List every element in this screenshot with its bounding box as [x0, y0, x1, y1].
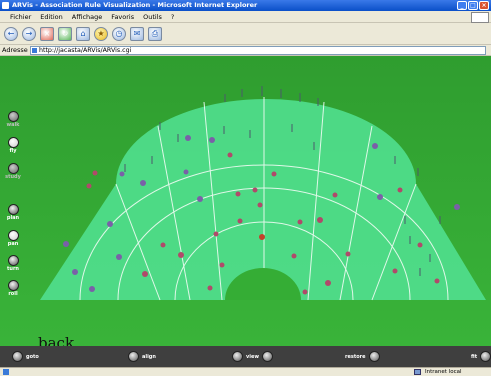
refresh-icon[interactable]: ↻ [58, 26, 72, 41]
back-arrow-icon[interactable]: ← [4, 26, 18, 41]
align-button[interactable]: align [128, 351, 156, 362]
page-icon [32, 48, 37, 53]
windows-logo-icon [471, 12, 489, 23]
pan-label: pan [7, 241, 19, 247]
minimize-button[interactable]: _ [457, 1, 467, 10]
window-title: ARVis - Association Rule Visualization -… [12, 1, 258, 9]
pan-icon [7, 230, 19, 241]
mail-icon[interactable]: ✉ [130, 26, 144, 41]
forward-arrow-icon[interactable]: → [22, 26, 36, 41]
align-label: align [142, 353, 156, 360]
fly-label: fly [9, 148, 17, 154]
view-label: view [246, 353, 259, 360]
favorites-star-icon[interactable]: ★ [94, 26, 108, 41]
fly-icon [7, 137, 19, 148]
study-control[interactable]: study [0, 163, 26, 180]
menu-fichier[interactable]: Fichier [10, 13, 31, 21]
intranet-zone-icon [414, 369, 421, 375]
page-status-icon [3, 369, 9, 375]
history-icon[interactable]: ◷ [112, 26, 126, 41]
maximize-button[interactable]: □ [468, 1, 478, 10]
close-button[interactable]: × [479, 1, 489, 10]
address-url: http://jacasta/ARVis/ARVis.cgi [39, 47, 132, 54]
vrml-viewport[interactable]: walk fly study plan pan turn roll back g… [0, 56, 491, 367]
toolbar: ← → × ↻ ⌂ ★ ◷ ✉ ⎙ [0, 23, 491, 45]
view-button[interactable]: view [232, 351, 273, 362]
home-icon[interactable]: ⌂ [76, 26, 90, 41]
fit-icon [480, 351, 491, 362]
view-next-icon [261, 351, 273, 362]
menu-affichage[interactable]: Affichage [72, 13, 103, 21]
menu-outils[interactable]: Outils [143, 13, 162, 21]
fit-label: fit [471, 353, 478, 360]
fit-button[interactable]: fit [471, 351, 491, 362]
print-icon[interactable]: ⎙ [148, 26, 162, 41]
address-label: Adresse [2, 46, 28, 54]
menu-bar: Fichier Edition Affichage Favoris Outils… [0, 11, 491, 23]
menu-help[interactable]: ? [171, 13, 174, 21]
goto-icon [12, 351, 23, 362]
arena-scene[interactable] [0, 56, 491, 367]
menu-favoris[interactable]: Favoris [111, 13, 134, 21]
study-icon [7, 163, 19, 174]
align-icon [128, 351, 139, 362]
restore-label: restore [345, 353, 366, 360]
roll-label: roll [8, 291, 18, 297]
plan-label: plan [6, 215, 20, 221]
plan-icon [7, 204, 19, 215]
turn-icon [7, 255, 19, 266]
title-bar: ARVis - Association Rule Visualization -… [0, 0, 491, 11]
ie-icon [2, 2, 9, 9]
roll-control[interactable]: roll [0, 280, 26, 297]
address-input[interactable]: http://jacasta/ARVis/ARVis.cgi [30, 46, 486, 55]
restore-button[interactable]: restore [345, 351, 380, 362]
turn-label: turn [7, 266, 19, 272]
goto-label: goto [26, 353, 39, 360]
fly-control[interactable]: fly [0, 137, 26, 154]
restore-icon [368, 351, 380, 362]
walk-label: walk [6, 122, 20, 128]
turn-control[interactable]: turn [0, 255, 26, 272]
view-prev-icon [232, 351, 243, 362]
zone-label: Intranet local [425, 369, 462, 375]
navigation-bar: goto align view restore fit [0, 346, 491, 367]
pan-control[interactable]: pan [0, 230, 26, 247]
study-label: study [5, 174, 21, 180]
plan-control[interactable]: plan [0, 204, 26, 221]
walk-icon [7, 111, 19, 122]
address-bar: Adresse http://jacasta/ARVis/ARVis.cgi [0, 45, 491, 56]
stop-icon[interactable]: × [40, 26, 54, 41]
status-bar: Intranet local [0, 367, 491, 376]
walk-control[interactable]: walk [0, 111, 26, 128]
menu-edition[interactable]: Edition [40, 13, 63, 21]
goto-button[interactable]: goto [12, 351, 39, 362]
roll-icon [7, 280, 19, 291]
